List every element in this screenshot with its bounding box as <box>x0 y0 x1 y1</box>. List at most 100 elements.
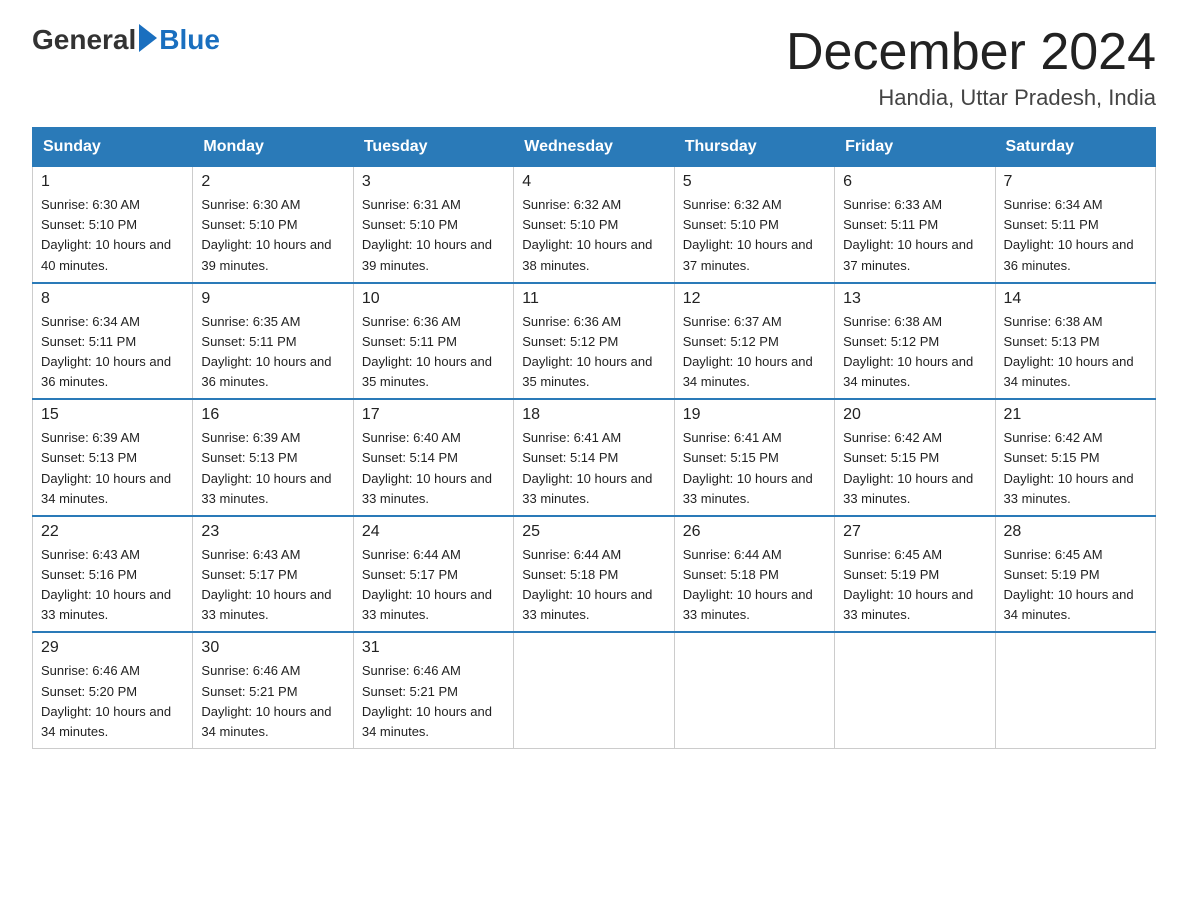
day-info: Sunrise: 6:31 AMSunset: 5:10 PMDaylight:… <box>362 195 505 276</box>
calendar-cell: 5 Sunrise: 6:32 AMSunset: 5:10 PMDaylight… <box>674 167 834 283</box>
day-number: 5 <box>683 173 826 191</box>
day-info: Sunrise: 6:44 AMSunset: 5:17 PMDaylight:… <box>362 545 505 626</box>
weekday-header-monday: Monday <box>193 128 353 167</box>
calendar-cell: 2 Sunrise: 6:30 AMSunset: 5:10 PMDaylight… <box>193 167 353 283</box>
day-info: Sunrise: 6:40 AMSunset: 5:14 PMDaylight:… <box>362 428 505 509</box>
calendar-cell: 16Sunrise: 6:39 AMSunset: 5:13 PMDayligh… <box>193 399 353 516</box>
day-info: Sunrise: 6:45 AMSunset: 5:19 PMDaylight:… <box>1004 545 1147 626</box>
calendar-cell: 8 Sunrise: 6:34 AMSunset: 5:11 PMDaylight… <box>33 283 193 400</box>
calendar-cell: 3 Sunrise: 6:31 AMSunset: 5:10 PMDaylight… <box>353 167 513 283</box>
day-number: 9 <box>201 290 344 308</box>
day-number: 20 <box>843 406 986 424</box>
day-info: Sunrise: 6:43 AMSunset: 5:17 PMDaylight:… <box>201 545 344 626</box>
calendar-cell: 26 Sunrise: 6:44 AMSunset: 5:18 PMDayligh… <box>674 516 834 633</box>
calendar-cell <box>835 632 995 748</box>
day-number: 29 <box>41 639 184 657</box>
day-number: 30 <box>201 639 344 657</box>
calendar-cell <box>674 632 834 748</box>
month-title: December 2024 <box>786 24 1156 81</box>
day-info: Sunrise: 6:42 AMSunset: 5:15 PMDaylight:… <box>1004 428 1147 509</box>
calendar-cell: 22 Sunrise: 6:43 AMSunset: 5:16 PMDayligh… <box>33 516 193 633</box>
day-number: 4 <box>522 173 665 191</box>
calendar-cell: 24 Sunrise: 6:44 AMSunset: 5:17 PMDayligh… <box>353 516 513 633</box>
week-row-1: 1Sunrise: 6:30 AMSunset: 5:10 PMDaylight… <box>33 167 1156 283</box>
calendar-cell: 19 Sunrise: 6:41 AMSunset: 5:15 PMDayligh… <box>674 399 834 516</box>
calendar-cell: 29 Sunrise: 6:46 AMSunset: 5:20 PMDayligh… <box>33 632 193 748</box>
day-number: 8 <box>41 290 184 308</box>
calendar-cell: 18Sunrise: 6:41 AMSunset: 5:14 PMDayligh… <box>514 399 674 516</box>
day-number: 3 <box>362 173 505 191</box>
day-info: Sunrise: 6:44 AMSunset: 5:18 PMDaylight:… <box>683 545 826 626</box>
day-info: Sunrise: 6:34 AMSunset: 5:11 PMDaylight:… <box>41 312 184 393</box>
day-number: 10 <box>362 290 505 308</box>
day-info: Sunrise: 6:36 AMSunset: 5:12 PMDaylight:… <box>522 312 665 393</box>
calendar-cell: 11 Sunrise: 6:36 AMSunset: 5:12 PMDayligh… <box>514 283 674 400</box>
calendar-cell: 27Sunrise: 6:45 AMSunset: 5:19 PMDayligh… <box>835 516 995 633</box>
calendar-cell: 1Sunrise: 6:30 AMSunset: 5:10 PMDaylight… <box>33 167 193 283</box>
day-info: Sunrise: 6:39 AMSunset: 5:13 PMDaylight:… <box>201 428 344 509</box>
day-info: Sunrise: 6:30 AMSunset: 5:10 PMDaylight:… <box>201 195 344 276</box>
calendar-cell: 7 Sunrise: 6:34 AMSunset: 5:11 PMDaylight… <box>995 167 1155 283</box>
day-number: 7 <box>1004 173 1147 191</box>
day-info: Sunrise: 6:42 AMSunset: 5:15 PMDaylight:… <box>843 428 986 509</box>
day-info: Sunrise: 6:46 AMSunset: 5:21 PMDaylight:… <box>201 661 344 742</box>
calendar-cell: 10 Sunrise: 6:36 AMSunset: 5:11 PMDayligh… <box>353 283 513 400</box>
calendar-cell <box>995 632 1155 748</box>
day-number: 22 <box>41 523 184 541</box>
calendar-cell: 15Sunrise: 6:39 AMSunset: 5:13 PMDayligh… <box>33 399 193 516</box>
day-number: 31 <box>362 639 505 657</box>
weekday-header-thursday: Thursday <box>674 128 834 167</box>
calendar-cell: 13 Sunrise: 6:38 AMSunset: 5:12 PMDayligh… <box>835 283 995 400</box>
logo: General Blue <box>32 24 220 56</box>
day-info: Sunrise: 6:38 AMSunset: 5:13 PMDaylight:… <box>1004 312 1147 393</box>
day-number: 6 <box>843 173 986 191</box>
day-info: Sunrise: 6:43 AMSunset: 5:16 PMDaylight:… <box>41 545 184 626</box>
weekday-header-sunday: Sunday <box>33 128 193 167</box>
weekday-header-row: SundayMondayTuesdayWednesdayThursdayFrid… <box>33 128 1156 167</box>
week-row-2: 8 Sunrise: 6:34 AMSunset: 5:11 PMDaylight… <box>33 283 1156 400</box>
calendar-cell: 28 Sunrise: 6:45 AMSunset: 5:19 PMDayligh… <box>995 516 1155 633</box>
day-info: Sunrise: 6:38 AMSunset: 5:12 PMDaylight:… <box>843 312 986 393</box>
day-number: 14 <box>1004 290 1147 308</box>
weekday-header-friday: Friday <box>835 128 995 167</box>
day-info: Sunrise: 6:44 AMSunset: 5:18 PMDaylight:… <box>522 545 665 626</box>
day-info: Sunrise: 6:36 AMSunset: 5:11 PMDaylight:… <box>362 312 505 393</box>
calendar-cell: 23Sunrise: 6:43 AMSunset: 5:17 PMDayligh… <box>193 516 353 633</box>
day-info: Sunrise: 6:41 AMSunset: 5:15 PMDaylight:… <box>683 428 826 509</box>
logo-blue-text: Blue <box>159 24 220 56</box>
week-row-5: 29 Sunrise: 6:46 AMSunset: 5:20 PMDayligh… <box>33 632 1156 748</box>
day-number: 24 <box>362 523 505 541</box>
day-number: 26 <box>683 523 826 541</box>
calendar-cell: 25 Sunrise: 6:44 AMSunset: 5:18 PMDayligh… <box>514 516 674 633</box>
calendar-cell: 14 Sunrise: 6:38 AMSunset: 5:13 PMDayligh… <box>995 283 1155 400</box>
logo-arrow-icon <box>139 24 157 52</box>
day-number: 25 <box>522 523 665 541</box>
day-number: 27 <box>843 523 986 541</box>
day-info: Sunrise: 6:34 AMSunset: 5:11 PMDaylight:… <box>1004 195 1147 276</box>
day-info: Sunrise: 6:46 AMSunset: 5:21 PMDaylight:… <box>362 661 505 742</box>
calendar-table: SundayMondayTuesdayWednesdayThursdayFrid… <box>32 127 1156 749</box>
day-number: 17 <box>362 406 505 424</box>
calendar-cell: 17 Sunrise: 6:40 AMSunset: 5:14 PMDayligh… <box>353 399 513 516</box>
day-info: Sunrise: 6:37 AMSunset: 5:12 PMDaylight:… <box>683 312 826 393</box>
calendar-cell: 30 Sunrise: 6:46 AMSunset: 5:21 PMDayligh… <box>193 632 353 748</box>
day-number: 2 <box>201 173 344 191</box>
day-number: 28 <box>1004 523 1147 541</box>
calendar-cell: 9 Sunrise: 6:35 AMSunset: 5:11 PMDaylight… <box>193 283 353 400</box>
day-number: 19 <box>683 406 826 424</box>
week-row-4: 22 Sunrise: 6:43 AMSunset: 5:16 PMDayligh… <box>33 516 1156 633</box>
day-number: 21 <box>1004 406 1147 424</box>
calendar-cell: 21 Sunrise: 6:42 AMSunset: 5:15 PMDayligh… <box>995 399 1155 516</box>
day-info: Sunrise: 6:35 AMSunset: 5:11 PMDaylight:… <box>201 312 344 393</box>
day-info: Sunrise: 6:32 AMSunset: 5:10 PMDaylight:… <box>522 195 665 276</box>
day-number: 11 <box>522 290 665 308</box>
day-number: 13 <box>843 290 986 308</box>
calendar-cell: 31 Sunrise: 6:46 AMSunset: 5:21 PMDayligh… <box>353 632 513 748</box>
day-info: Sunrise: 6:32 AMSunset: 5:10 PMDaylight:… <box>683 195 826 276</box>
day-info: Sunrise: 6:46 AMSunset: 5:20 PMDaylight:… <box>41 661 184 742</box>
day-info: Sunrise: 6:39 AMSunset: 5:13 PMDaylight:… <box>41 428 184 509</box>
day-info: Sunrise: 6:41 AMSunset: 5:14 PMDaylight:… <box>522 428 665 509</box>
day-info: Sunrise: 6:30 AMSunset: 5:10 PMDaylight:… <box>41 195 184 276</box>
calendar-cell <box>514 632 674 748</box>
logo-general-text: General <box>32 24 136 56</box>
